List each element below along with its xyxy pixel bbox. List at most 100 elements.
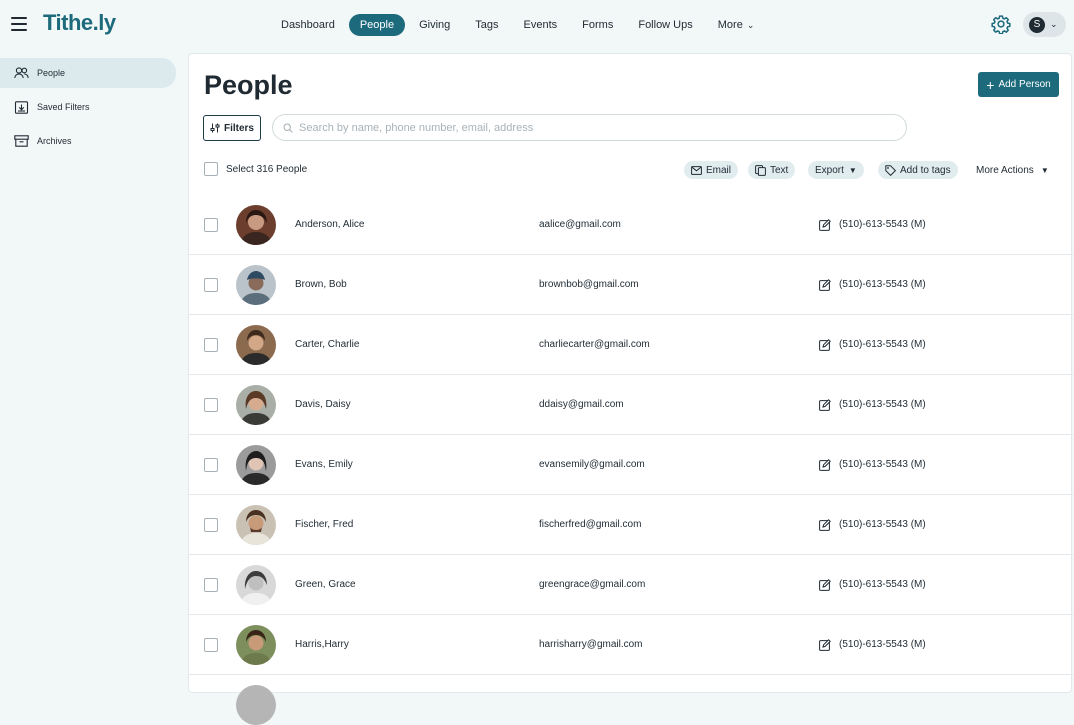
sidebar-item-archives[interactable]: Archives	[0, 126, 176, 156]
table-row[interactable]: Brown, Bob brownbob@gmail.com (510)-613-…	[189, 255, 1073, 315]
sidebar: People Saved Filters Archives	[0, 54, 180, 156]
sidebar-item-saved-filters[interactable]: Saved Filters	[0, 92, 176, 122]
row-checkbox[interactable]	[204, 278, 218, 292]
people-list: Anderson, Alice aalice@gmail.com (510)-6…	[189, 195, 1073, 725]
person-name[interactable]: Carter, Charlie	[295, 339, 359, 350]
more-actions-button[interactable]: More Actions ▼	[976, 161, 1049, 179]
person-phone[interactable]: (510)-613-5543 (M)	[839, 519, 926, 530]
person-phone[interactable]: (510)-613-5543 (M)	[839, 339, 926, 350]
table-row[interactable]	[189, 675, 1073, 725]
filters-button[interactable]: Filters	[203, 115, 261, 141]
person-phone[interactable]: (510)-613-5543 (M)	[839, 279, 926, 290]
edit-icon[interactable]	[819, 579, 831, 591]
profile-photo[interactable]	[236, 565, 276, 605]
row-checkbox[interactable]	[204, 638, 218, 652]
add-person-button[interactable]: + Add Person	[978, 72, 1059, 97]
export-button[interactable]: Export ▼	[808, 161, 864, 179]
profile-photo[interactable]	[236, 625, 276, 665]
select-all-checkbox[interactable]	[204, 162, 218, 176]
person-name[interactable]: Anderson, Alice	[295, 219, 365, 230]
nav-events[interactable]: Events	[513, 14, 569, 36]
table-row[interactable]: Carter, Charlie charliecarter@gmail.com …	[189, 315, 1073, 375]
tag-icon	[885, 164, 896, 176]
add-to-tags-button[interactable]: Add to tags	[878, 161, 958, 179]
edit-icon[interactable]	[819, 459, 831, 471]
person-phone[interactable]: (510)-613-5543 (M)	[839, 219, 926, 230]
row-checkbox[interactable]	[204, 578, 218, 592]
profile-photo[interactable]	[236, 325, 276, 365]
edit-icon[interactable]	[819, 519, 831, 531]
tithely-logo[interactable]: Tithe.ly	[43, 10, 116, 36]
sidebar-item-label: Archives	[37, 136, 72, 146]
person-email[interactable]: charliecarter@gmail.com	[539, 339, 650, 350]
row-checkbox[interactable]	[204, 458, 218, 472]
row-checkbox[interactable]	[204, 518, 218, 532]
person-email[interactable]: fischerfred@gmail.com	[539, 519, 641, 530]
person-name[interactable]: Evans, Emily	[295, 459, 353, 470]
text-button[interactable]: Text	[748, 161, 796, 179]
person-email[interactable]: ddaisy@gmail.com	[539, 399, 624, 410]
edit-icon[interactable]	[819, 279, 831, 291]
account-menu-button[interactable]: S ⌄	[1023, 12, 1066, 37]
sidebar-item-people[interactable]: People	[0, 58, 176, 88]
person-phone[interactable]: (510)-613-5543 (M)	[839, 399, 926, 410]
plus-icon: +	[986, 76, 995, 93]
nav-tags[interactable]: Tags	[464, 14, 509, 36]
nav-giving[interactable]: Giving	[408, 14, 461, 36]
page-title: People	[204, 70, 293, 100]
person-email[interactable]: brownbob@gmail.com	[539, 279, 639, 290]
sidebar-item-label: People	[37, 68, 66, 78]
profile-photo[interactable]	[236, 445, 276, 485]
avatar: S	[1029, 16, 1045, 33]
person-phone[interactable]: (510)-613-5543 (M)	[839, 579, 926, 590]
person-email[interactable]: aalice@gmail.com	[539, 219, 621, 230]
person-name[interactable]: Fischer, Fred	[295, 519, 353, 530]
table-row[interactable]: Fischer, Fred fischerfred@gmail.com (510…	[189, 495, 1073, 555]
sidebar-item-label: Saved Filters	[37, 102, 90, 112]
person-name[interactable]: Harris,Harry	[295, 639, 349, 650]
row-checkbox[interactable]	[204, 338, 218, 352]
search-box[interactable]	[272, 114, 907, 141]
edit-icon[interactable]	[819, 399, 831, 411]
edit-icon[interactable]	[819, 219, 831, 231]
profile-photo[interactable]	[236, 205, 276, 245]
caret-down-icon: ▼	[1040, 165, 1049, 175]
top-bar: Tithe.ly Dashboard People Giving Tags Ev…	[0, 0, 1074, 50]
table-row[interactable]: Green, Grace greengrace@gmail.com (510)-…	[189, 555, 1073, 615]
edit-icon[interactable]	[819, 339, 831, 351]
table-row[interactable]: Davis, Daisy ddaisy@gmail.com (510)-613-…	[189, 375, 1073, 435]
nav-follow-ups[interactable]: Follow Ups	[627, 14, 703, 36]
envelope-icon	[691, 165, 702, 175]
nav-more[interactable]: More ⌄	[707, 14, 766, 36]
nav-people[interactable]: People	[348, 13, 406, 36]
saved-filters-icon	[14, 100, 29, 114]
profile-photo[interactable]	[236, 265, 276, 305]
gear-icon[interactable]	[991, 14, 1011, 34]
person-phone[interactable]: (510)-613-5543 (M)	[839, 459, 926, 470]
archive-icon	[14, 135, 29, 147]
message-icon	[755, 164, 766, 176]
person-name[interactable]: Brown, Bob	[295, 279, 347, 290]
person-phone[interactable]: (510)-613-5543 (M)	[839, 639, 926, 650]
person-name[interactable]: Green, Grace	[295, 579, 356, 590]
table-row[interactable]: Evans, Emily evansemily@gmail.com (510)-…	[189, 435, 1073, 495]
person-email[interactable]: greengrace@gmail.com	[539, 579, 645, 590]
search-input[interactable]	[299, 121, 879, 134]
edit-icon[interactable]	[819, 639, 831, 651]
person-email[interactable]: harrisharry@gmail.com	[539, 639, 643, 650]
nav-forms[interactable]: Forms	[571, 14, 624, 36]
person-name[interactable]: Davis, Daisy	[295, 399, 351, 410]
row-checkbox[interactable]	[204, 398, 218, 412]
chevron-down-icon: ⌄	[1050, 19, 1058, 29]
table-row[interactable]: Harris,Harry harrisharry@gmail.com (510)…	[189, 615, 1073, 675]
email-button[interactable]: Email	[684, 161, 739, 179]
table-row[interactable]: Anderson, Alice aalice@gmail.com (510)-6…	[189, 195, 1073, 255]
profile-photo[interactable]	[236, 385, 276, 425]
select-all: Select 316 People	[204, 162, 307, 176]
profile-photo[interactable]	[236, 685, 276, 725]
row-checkbox[interactable]	[204, 218, 218, 232]
profile-photo[interactable]	[236, 505, 276, 545]
nav-dashboard[interactable]: Dashboard	[270, 14, 346, 36]
hamburger-menu-icon[interactable]	[11, 17, 27, 31]
person-email[interactable]: evansemily@gmail.com	[539, 459, 645, 470]
